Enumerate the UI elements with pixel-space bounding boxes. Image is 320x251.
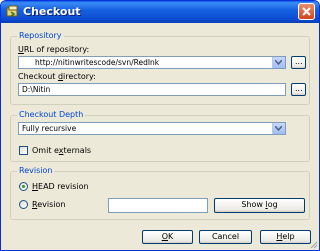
checkout-directory-input[interactable]: D:\Nitin [18,83,286,96]
omit-externals-label: Omit externals [32,146,92,155]
checkout-depth-value: Fully recursive [22,124,77,133]
close-icon [302,7,311,16]
checkout-depth-group-label: Checkout Depth [17,110,86,119]
close-button[interactable] [298,3,315,20]
revision-radio[interactable] [19,200,28,209]
chevron-down-icon [275,126,282,131]
checkout-directory-label: Checkout directory: [18,72,96,81]
url-value: http://nitinwritescode/svn/RedInk [35,58,160,67]
title-bar[interactable]: Checkout [1,1,319,23]
ok-button[interactable]: OK [142,230,193,244]
depth-dropdown-button[interactable] [272,123,285,134]
revision-group-label: Revision [17,166,55,175]
help-button[interactable]: Help [260,230,311,244]
cancel-button[interactable]: Cancel [199,230,252,244]
tortoisesvn-icon [6,5,18,17]
directory-browse-button[interactable]: ... [291,83,306,96]
resize-grip-icon[interactable] [309,240,318,249]
checkout-depth-combobox[interactable]: Fully recursive [18,122,286,135]
url-browse-button[interactable]: ... [291,56,306,69]
head-revision-label: HEAD revision [32,182,89,191]
checkout-dialog: Checkout Repository URL of repository: h… [0,0,320,251]
head-revision-radio[interactable] [19,182,28,191]
url-dropdown-button[interactable] [272,57,285,68]
revision-input[interactable] [108,198,208,213]
url-combobox[interactable]: http://nitinwritescode/svn/RedInk [18,56,286,69]
show-log-button[interactable]: Show log [214,198,305,213]
revision-label: Revision [32,200,66,209]
omit-externals-checkbox[interactable] [19,146,28,155]
dialog-title: Checkout [23,5,81,18]
chevron-down-icon [275,60,282,65]
url-label: URL of repository: [18,45,90,54]
checkout-directory-value: D:\Nitin [22,85,51,94]
repository-group-label: Repository [17,31,64,40]
